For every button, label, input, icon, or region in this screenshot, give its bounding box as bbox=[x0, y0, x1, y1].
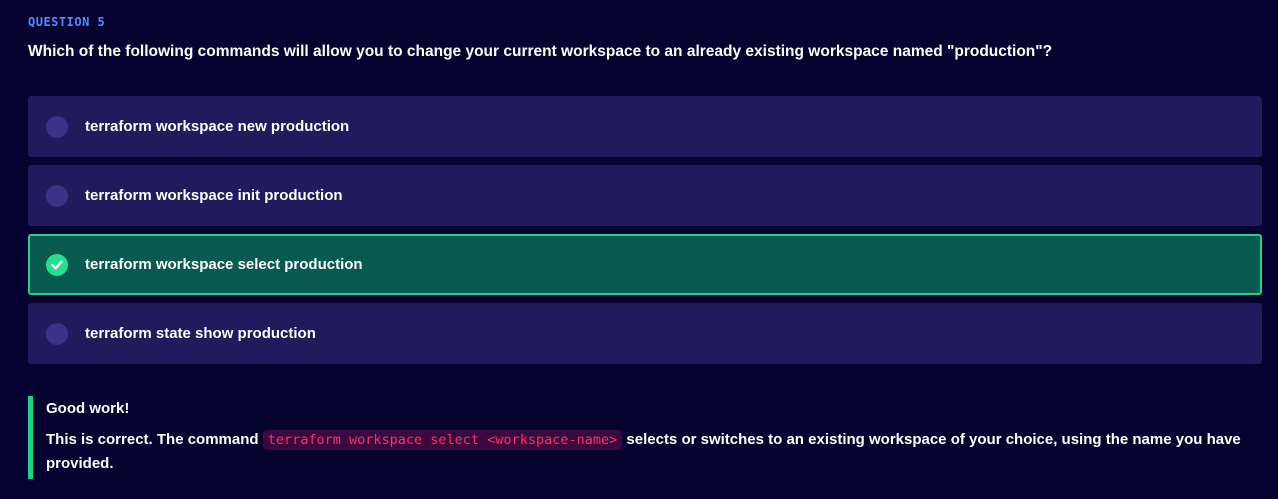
checkmark-icon bbox=[51, 260, 63, 269]
answer-option-label: terraform state show production bbox=[85, 325, 316, 342]
question-number: QUESTION 5 bbox=[28, 15, 106, 29]
answer-option-2[interactable]: terraform workspace init production bbox=[28, 165, 1262, 226]
feedback-panel: Good work! This is correct. The command … bbox=[28, 396, 1241, 479]
feedback-text-before: This is correct. The command bbox=[46, 431, 263, 448]
radio-unselected-icon[interactable] bbox=[46, 184, 68, 207]
answer-option-3-correct[interactable]: terraform workspace select production bbox=[28, 234, 1262, 295]
radio-unselected-icon[interactable] bbox=[46, 322, 68, 345]
answer-option-1[interactable]: terraform workspace new production bbox=[28, 96, 1262, 157]
answer-option-4[interactable]: terraform state show production bbox=[28, 303, 1262, 364]
check-circle-icon[interactable] bbox=[46, 253, 68, 276]
radio-unselected-icon[interactable] bbox=[46, 115, 68, 138]
code-snippet: terraform workspace select <workspace-na… bbox=[262, 430, 623, 450]
answer-options: terraform workspace new production terra… bbox=[28, 96, 1262, 372]
answer-option-label: terraform workspace new production bbox=[85, 118, 350, 135]
feedback-title: Good work! bbox=[46, 400, 130, 417]
answer-option-label: terraform workspace select production bbox=[85, 256, 363, 273]
feedback-text: This is correct. The command terraform w… bbox=[46, 428, 1241, 476]
question-text: Which of the following commands will all… bbox=[28, 43, 1053, 60]
answer-option-label: terraform workspace init production bbox=[85, 187, 343, 204]
